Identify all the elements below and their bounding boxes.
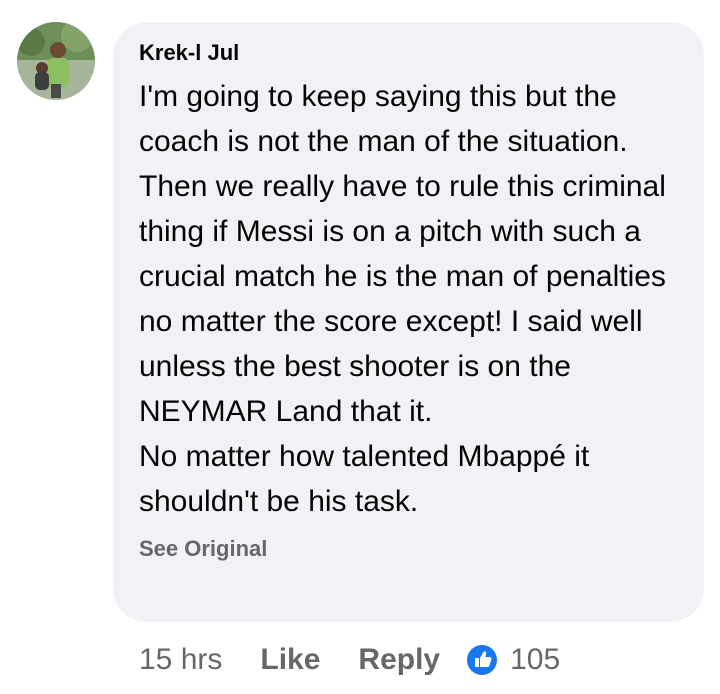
comment-paragraph: I'm going to keep saying this but the co… — [139, 80, 666, 428]
comment-bubble: Krek-l Jul I'm going to keep saying this… — [113, 22, 704, 622]
see-original-link[interactable]: See Original — [139, 536, 267, 562]
like-button[interactable]: Like — [260, 643, 320, 677]
like-thumb-icon — [467, 645, 498, 675]
comment-author[interactable]: Krek-l Jul — [139, 40, 680, 66]
avatar[interactable] — [17, 22, 95, 100]
comment-actions: 15 hrs Like Reply 105 — [139, 640, 560, 680]
comment: Krek-l Jul I'm going to keep saying this… — [0, 0, 720, 694]
comment-paragraph: No matter how talented Mbappé it shouldn… — [139, 440, 590, 518]
reply-button[interactable]: Reply — [358, 643, 440, 677]
comment-timestamp[interactable]: 15 hrs — [139, 643, 222, 677]
reaction-count: 105 — [510, 643, 561, 676]
avatar-photo — [17, 22, 95, 100]
comment-text: I'm going to keep saying this but the co… — [139, 74, 680, 524]
reaction-summary[interactable]: 105 — [466, 643, 560, 677]
